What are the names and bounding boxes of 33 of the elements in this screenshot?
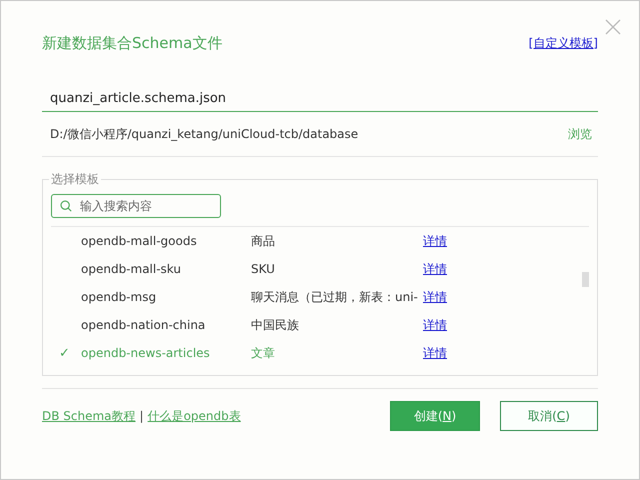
- template-row[interactable]: opendb-mall-sku SKU 详情: [51, 255, 589, 283]
- panel-legend: 选择模板: [49, 172, 101, 188]
- template-description: 文章: [251, 344, 276, 362]
- detail-link[interactable]: 详情: [423, 290, 447, 304]
- template-description: SKU: [251, 262, 276, 276]
- template-row[interactable]: ✓ opendb-news-articles 文章 详情: [51, 339, 589, 367]
- detail-link[interactable]: 详情: [423, 262, 447, 276]
- detail-link[interactable]: 详情: [423, 318, 447, 332]
- scrollbar-thumb[interactable]: [582, 272, 589, 287]
- template-name: opendb-msg: [81, 290, 158, 304]
- path-text: D:/微信小程序/quanzi_ketang/uniCloud-tcb/database: [50, 126, 358, 142]
- template-name: opendb-mall-sku: [81, 262, 182, 276]
- check-icon: ✓: [51, 346, 70, 360]
- template-row[interactable]: opendb-msg 聊天消息（已过期，新表：uni- 详情: [51, 283, 589, 311]
- filename-field[interactable]: quanzi_article.schema.json: [42, 85, 598, 112]
- search-icon: [60, 199, 72, 213]
- template-name: opendb-news-articles: [81, 346, 211, 360]
- template-description: 中国民族: [251, 316, 300, 334]
- cancel-button[interactable]: 取消(C): [500, 401, 598, 431]
- close-icon[interactable]: [605, 19, 621, 35]
- detail-link[interactable]: 详情: [423, 234, 447, 248]
- template-description: 聊天消息（已过期，新表：uni-: [251, 288, 419, 306]
- custom-template-link[interactable]: [自定义模板]: [528, 34, 598, 52]
- search-field[interactable]: 输入搜索内容: [51, 194, 221, 218]
- template-name: opendb-nation-china: [81, 318, 206, 332]
- template-description: 商品: [251, 232, 276, 250]
- template-row[interactable]: opendb-mall-goods 商品 详情: [51, 227, 589, 255]
- template-row[interactable]: opendb-nation-china 中国民族 详情: [51, 311, 589, 339]
- search-input[interactable]: 输入搜索内容: [78, 198, 212, 214]
- dialog-title: 新建数据集合Schema文件: [42, 34, 222, 52]
- detail-link[interactable]: 详情: [423, 346, 447, 360]
- link-separator: |: [140, 409, 144, 423]
- template-name: opendb-mall-goods: [81, 234, 198, 248]
